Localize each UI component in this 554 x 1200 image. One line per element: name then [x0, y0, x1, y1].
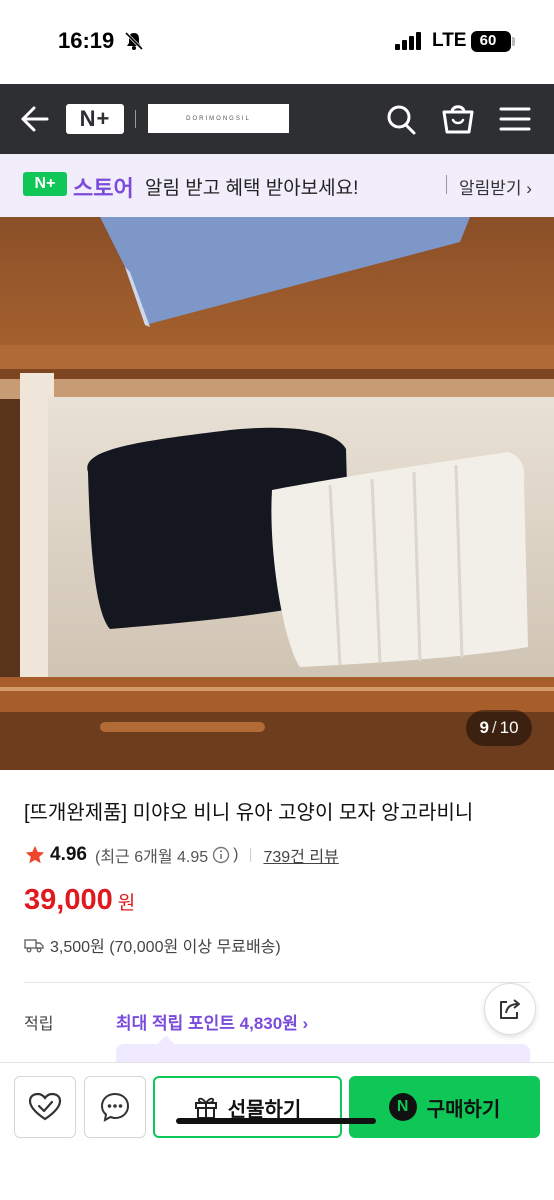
- npay-icon: N: [388, 1093, 417, 1121]
- max-points-link[interactable]: 최대 적립 포인트 4,830원 ›: [116, 1009, 308, 1034]
- image-page-counter: 9/10: [466, 710, 532, 746]
- heart-check-icon: [28, 1092, 62, 1121]
- home-indicator[interactable]: [176, 1118, 376, 1124]
- chat-icon: [100, 1092, 130, 1122]
- status-time: 16:19: [58, 28, 115, 53]
- bell-muted-icon: [124, 31, 144, 51]
- review-count-link[interactable]: 739건 리뷰: [263, 843, 338, 867]
- share-icon: [500, 999, 520, 1019]
- truck-icon: [24, 939, 44, 953]
- image-total-count: 10: [499, 718, 519, 737]
- store-message: 알림 받고 혜택 받아보세요!: [145, 178, 359, 199]
- rating-score: 4.96: [50, 844, 87, 865]
- shipping-row: 3,500원 (70,000원 이상 무료배송): [24, 933, 281, 957]
- network-label: LTE: [432, 30, 467, 51]
- cart-icon[interactable]: [440, 100, 476, 136]
- naver-plus-logo[interactable]: N+: [66, 104, 124, 134]
- buy-button-label: 구매하기: [426, 1098, 501, 1121]
- back-arrow-icon[interactable]: [18, 101, 52, 137]
- price-value: 39,000: [24, 884, 113, 916]
- recent-rating-close: ): [233, 846, 239, 863]
- image-current-index: 9: [479, 718, 489, 737]
- points-label: 적립: [24, 1016, 54, 1033]
- rating-divider: [250, 848, 252, 862]
- naver-plus-logo-text: N+: [79, 106, 111, 131]
- signal-icon: [395, 32, 421, 50]
- brand-logo-text: DORIMONGSIL: [186, 115, 251, 122]
- nav-divider: [135, 110, 136, 128]
- store-alert-banner[interactable]: N+ 스토어 알림 받고 혜택 받아보세요! 알림받기 ›: [0, 154, 554, 217]
- product-image[interactable]: [0, 217, 554, 770]
- wishlist-button[interactable]: [14, 1076, 76, 1138]
- status-bar: 16:19 LTE 60: [0, 0, 554, 84]
- search-icon[interactable]: [384, 101, 418, 137]
- store-name: 스토어: [73, 176, 134, 201]
- product-photo: [0, 217, 554, 770]
- buy-button[interactable]: N 구매하기: [349, 1076, 540, 1138]
- price-row: 39,000 원: [24, 884, 135, 917]
- battery-level: 60: [479, 32, 497, 49]
- gift-icon: [194, 1097, 217, 1119]
- top-nav-bar: N+ DORIMONGSIL: [0, 84, 554, 154]
- gift-button[interactable]: 선물하기: [153, 1076, 342, 1138]
- image-counter-separator: /: [491, 718, 497, 737]
- recent-rating: (최근 6개월 4.95: [94, 849, 209, 866]
- bottom-action-bar: 선물하기 N 구매하기: [0, 1062, 554, 1200]
- product-title: [뜨개완제품] 미야오 비니 유아 고양이 모자 앙고라비니: [24, 802, 474, 824]
- store-badge: N+: [23, 172, 67, 196]
- info-icon[interactable]: [212, 846, 230, 864]
- rating-row: 4.96 (최근 6개월 4.95 ) 739건 리뷰: [24, 844, 339, 866]
- section-divider: [24, 982, 530, 983]
- talk-talk-button[interactable]: [84, 1076, 146, 1138]
- star-icon: [25, 845, 45, 864]
- brand-logo[interactable]: DORIMONGSIL: [148, 104, 289, 133]
- share-button[interactable]: [484, 983, 536, 1035]
- store-banner-divider: [446, 175, 447, 194]
- menu-icon[interactable]: [498, 102, 532, 136]
- price-unit: 원: [117, 893, 136, 914]
- battery-indicator: 60: [471, 31, 511, 52]
- shipping-fee: 3,500원 (70,000원 이상 무료배송): [50, 939, 281, 956]
- notification-subscribe-link[interactable]: 알림받기 ›: [459, 174, 532, 199]
- battery-cap: [512, 37, 515, 46]
- store-badge-text: N+: [34, 175, 56, 192]
